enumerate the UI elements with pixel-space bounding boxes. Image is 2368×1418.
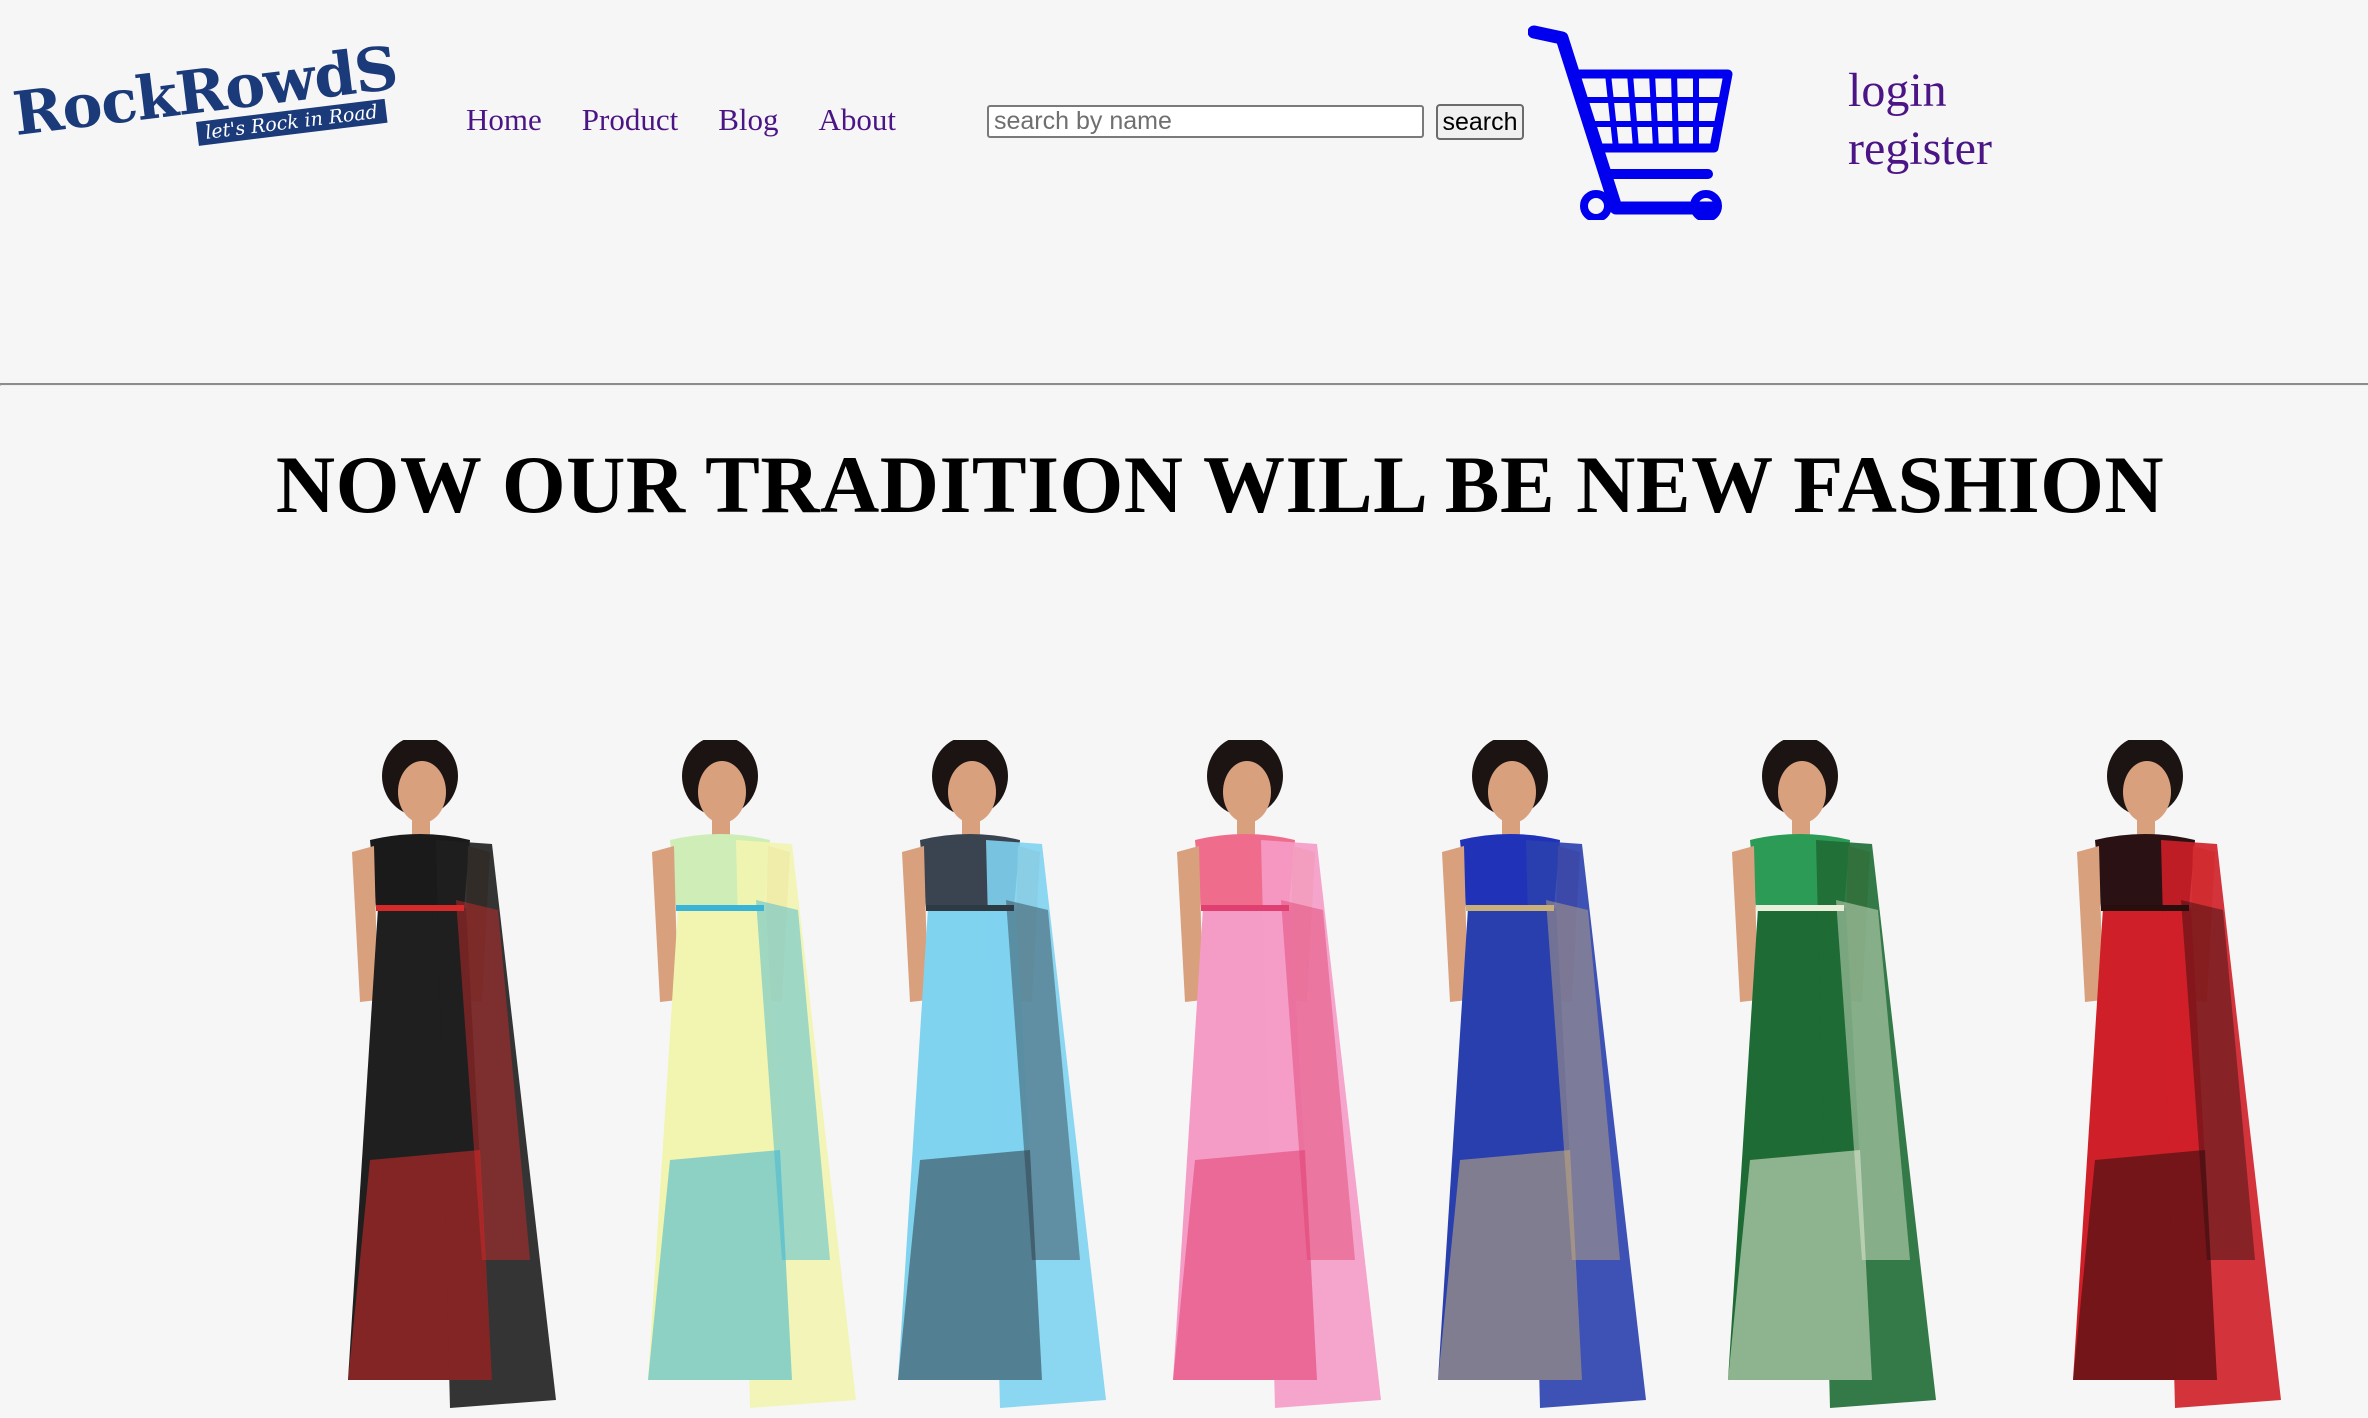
- red-saree-image[interactable]: [1985, 740, 2305, 1418]
- saree-gallery: [0, 740, 2368, 1418]
- saree-figure: [1728, 740, 1936, 1408]
- search-input[interactable]: [987, 105, 1424, 138]
- blue-saree-image[interactable]: [1350, 740, 1670, 1418]
- header-divider: [0, 383, 2368, 386]
- saree-figure: [898, 740, 1106, 1408]
- search-button[interactable]: search: [1436, 104, 1524, 140]
- sky-blue-saree-image[interactable]: [810, 740, 1130, 1418]
- login-link[interactable]: login: [1848, 62, 1992, 120]
- nav-about-link[interactable]: About: [819, 102, 897, 138]
- nav-blog-link[interactable]: Blog: [718, 102, 778, 138]
- nav-product-link[interactable]: Product: [582, 102, 678, 138]
- auth-links: login register: [1848, 62, 1992, 178]
- shopping-cart-icon: [1527, 25, 1733, 222]
- saree-figure: [2073, 740, 2281, 1408]
- nav-home-link[interactable]: Home: [466, 102, 542, 138]
- register-link[interactable]: register: [1848, 120, 1992, 178]
- site-logo[interactable]: RockRowdS let's Rock in Road: [9, 34, 400, 178]
- saree-figure: [1438, 740, 1646, 1408]
- black-saree-image[interactable]: [260, 740, 580, 1418]
- cart-link[interactable]: [1527, 24, 1736, 222]
- green-saree-image[interactable]: [1640, 740, 1960, 1418]
- main-nav: Home Product Blog About: [466, 102, 932, 138]
- hero-title: NOW OUR TRADITION WILL BE NEW FASHION: [275, 439, 2165, 530]
- saree-figure: [348, 740, 556, 1408]
